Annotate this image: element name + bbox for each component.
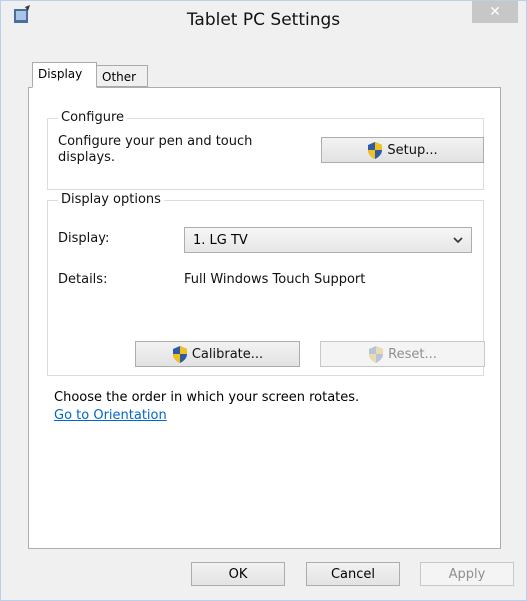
setup-label: Setup... [387,142,438,158]
display-options-legend: Display options [58,192,164,207]
tab-other[interactable]: Other [96,65,148,87]
apply-button[interactable]: Apply [420,562,514,586]
window-title: Tablet PC Settings [186,10,341,30]
cancel-button[interactable]: Cancel [306,562,400,586]
tab-panel-display: Configure Configure your pen and touch d… [28,87,501,549]
details-label: Details: [58,272,108,287]
chevron-down-icon [453,237,463,244]
display-select-value: 1. LG TV [193,233,248,248]
shield-icon [368,141,383,159]
tab-display[interactable]: Display [32,62,97,88]
calibrate-label: Calibrate... [191,346,264,362]
ok-button[interactable]: OK [191,562,285,586]
calibrate-button[interactable]: Calibrate... [135,341,300,367]
dialog-window: Tablet PC Settings ✕ Display Other Confi… [0,0,527,601]
display-label: Display: [58,231,110,246]
configure-group: Configure Configure your pen and touch d… [47,110,484,190]
orientation-description: Choose the order in which your screen ro… [54,390,360,405]
setup-button[interactable]: Setup... [321,137,484,163]
configure-description: Configure your pen and touch displays. [58,134,253,165]
configure-legend: Configure [58,110,128,125]
close-button[interactable]: ✕ [472,1,518,23]
title-bar[interactable]: Tablet PC Settings ✕ [1,1,526,35]
shield-icon [172,345,187,363]
reset-label: Reset... [388,346,437,362]
orientation-link[interactable]: Go to Orientation [54,408,167,423]
reset-button[interactable]: Reset... [320,341,485,367]
display-options-group: Display options Display: 1. LG TV Detail… [47,192,485,376]
shield-icon [369,345,384,363]
details-value: Full Windows Touch Support [184,272,366,287]
display-select[interactable]: 1. LG TV [184,227,472,253]
